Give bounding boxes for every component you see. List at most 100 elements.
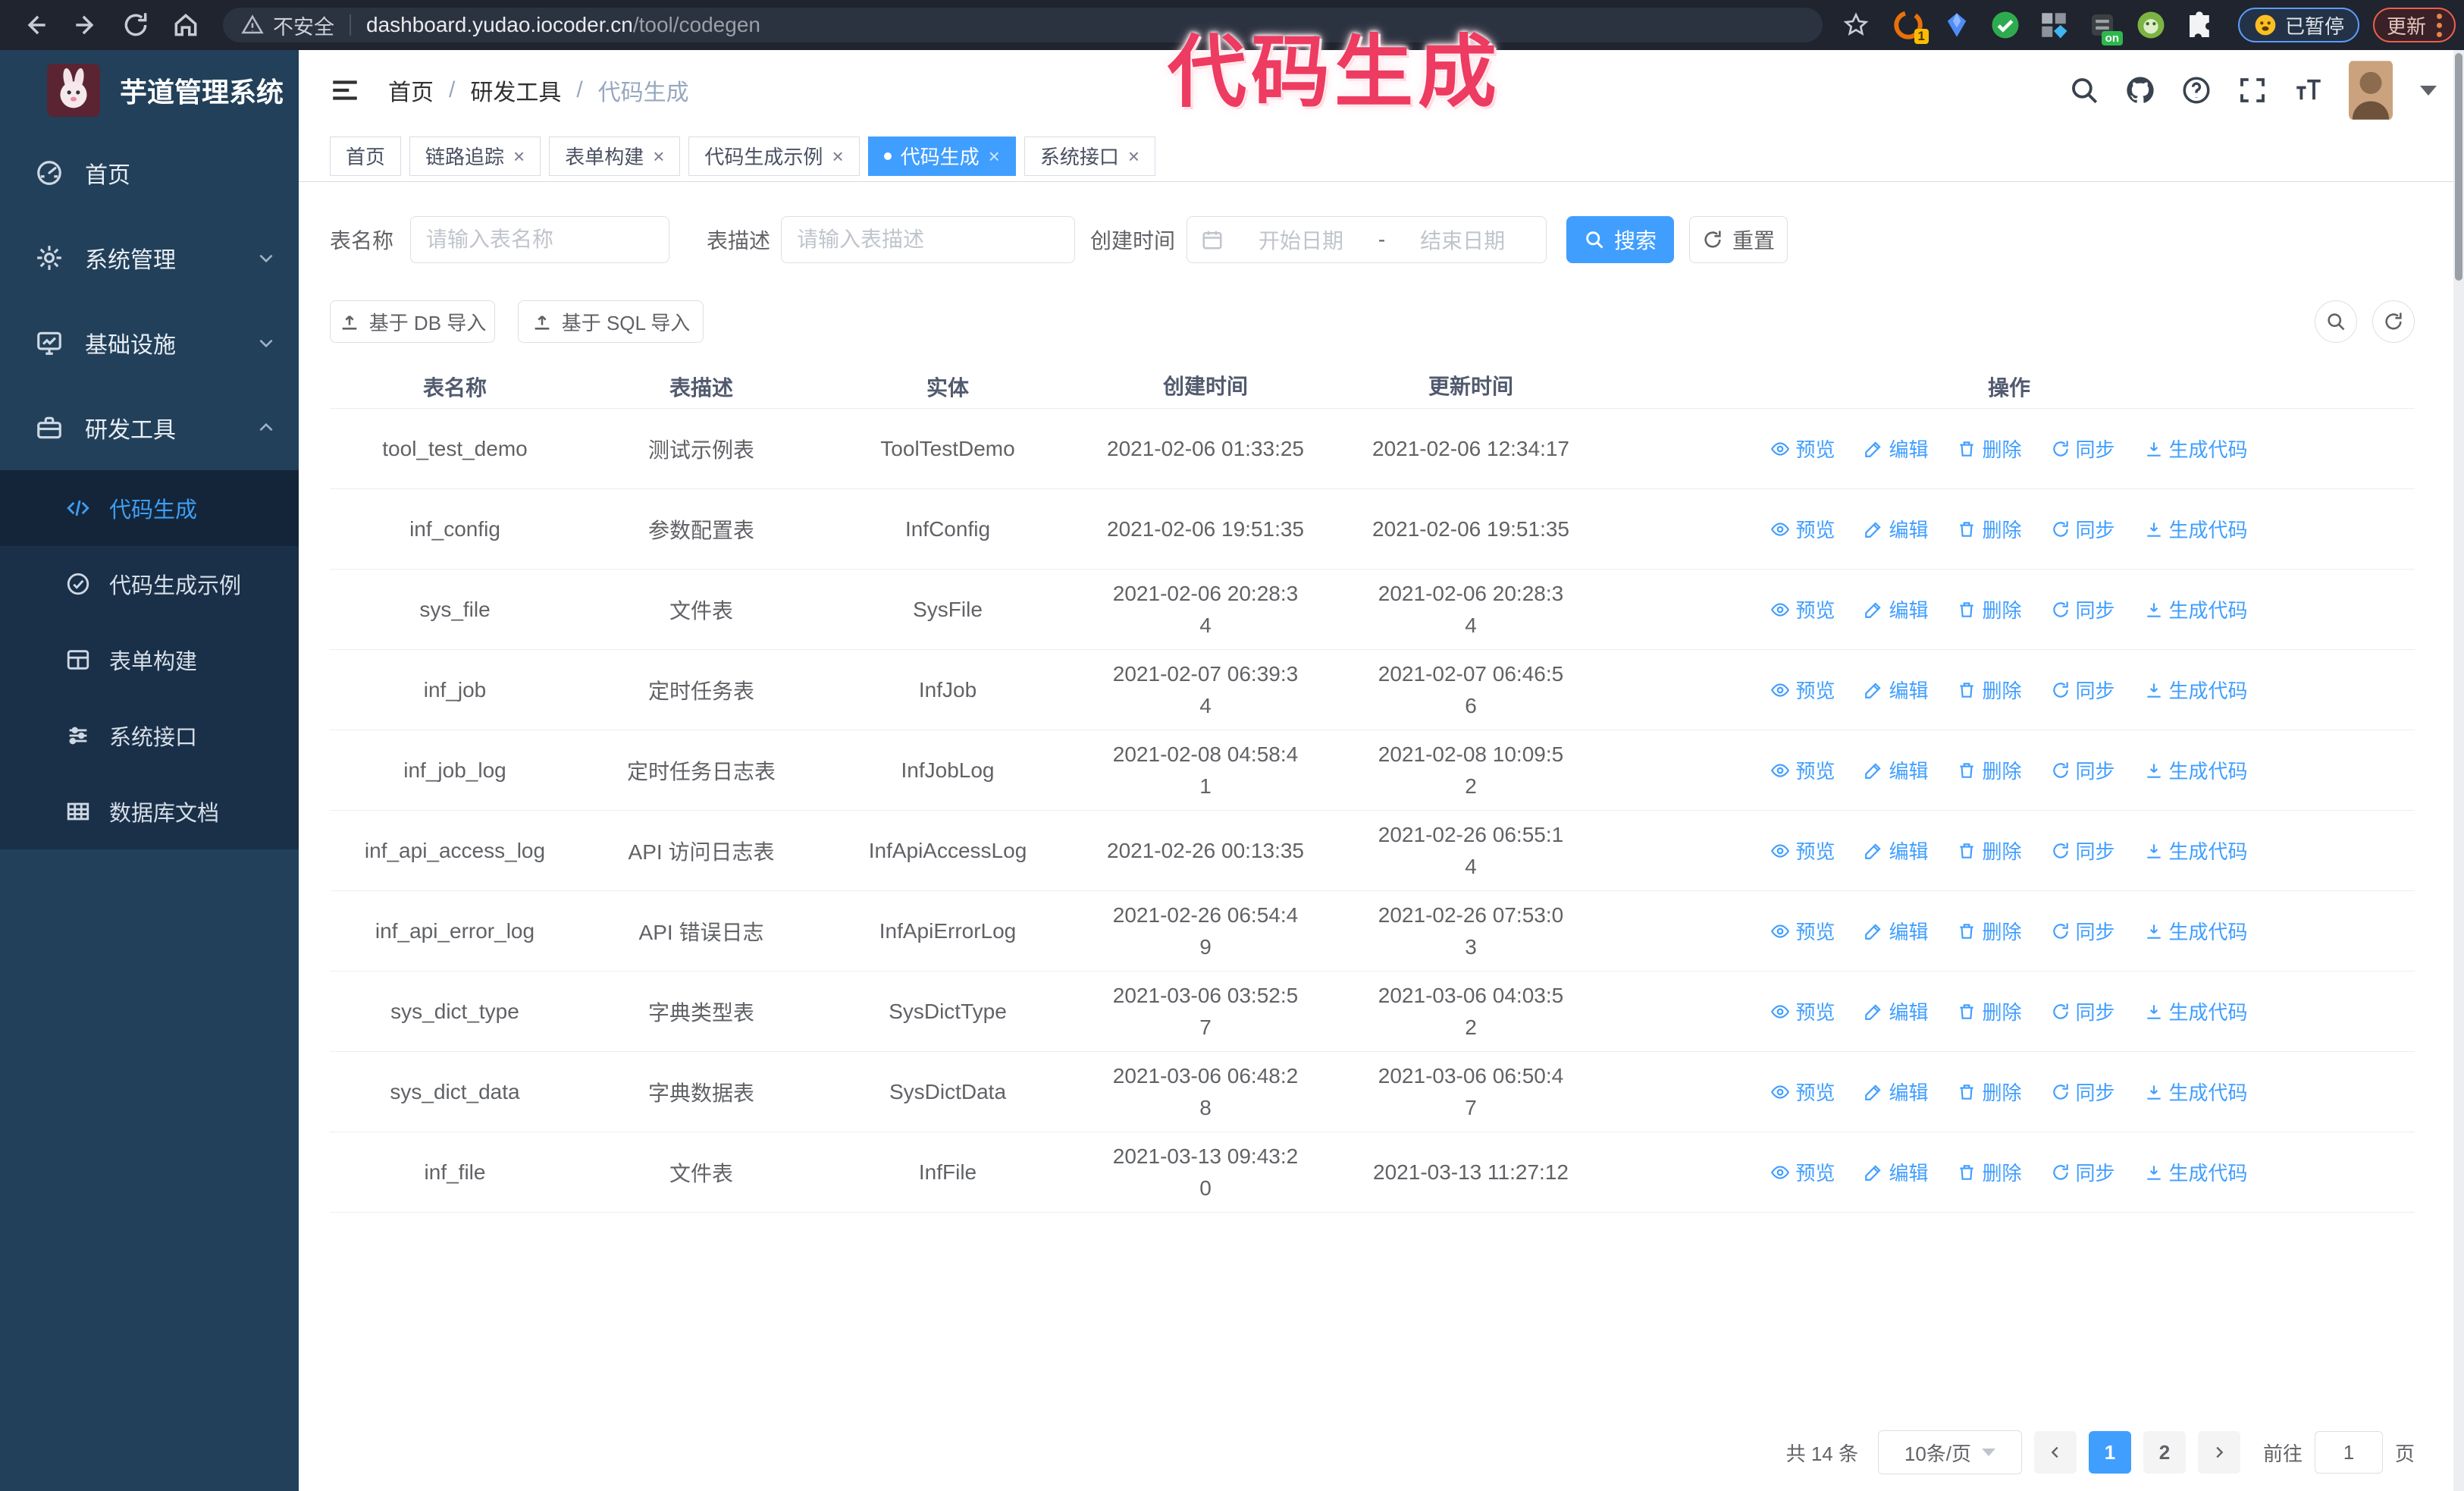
sync-action[interactable]: 同步 — [2051, 917, 2115, 945]
import-db-button[interactable]: 基于 DB 导入 — [330, 300, 495, 343]
paused-extension-pill[interactable]: 已暂停 — [2238, 8, 2360, 42]
grid-extension-icon[interactable] — [2038, 9, 2070, 41]
sidebar-item-system-api[interactable]: 系统接口 — [0, 698, 299, 774]
date-range-picker[interactable]: 开始日期 - 结束日期 — [1187, 216, 1547, 263]
generate-code-action[interactable]: 生成代码 — [2144, 1158, 2248, 1186]
generate-code-action[interactable]: 生成代码 — [2144, 917, 2248, 945]
page-2-button[interactable]: 2 — [2143, 1431, 2186, 1474]
delete-action[interactable]: 删除 — [1957, 595, 2022, 623]
kebab-menu-icon[interactable] — [2437, 13, 2443, 37]
generate-code-action[interactable]: 生成代码 — [2144, 515, 2248, 543]
edit-action[interactable]: 编辑 — [1864, 837, 1928, 865]
page-size-select[interactable]: 10条/页 — [1877, 1430, 2022, 1474]
breadcrumb-home[interactable]: 首页 — [388, 74, 434, 107]
preview-action[interactable]: 预览 — [1770, 756, 1835, 784]
sidebar-item-form-builder[interactable]: 表单构建 — [0, 622, 299, 698]
delete-action[interactable]: 删除 — [1957, 837, 2022, 865]
preview-action[interactable]: 预览 — [1770, 435, 1835, 463]
edit-action[interactable]: 编辑 — [1864, 1158, 1928, 1186]
edit-action[interactable]: 编辑 — [1864, 515, 1928, 543]
search-button[interactable]: 搜索 — [1566, 216, 1675, 263]
gem-extension-icon[interactable] — [1941, 9, 1973, 41]
github-icon[interactable] — [2124, 74, 2156, 106]
sidebar-item-system[interactable]: 系统管理 — [0, 215, 299, 300]
sidebar-item-infra[interactable]: 基础设施 — [0, 300, 299, 385]
tab-codegen-example[interactable]: 代码生成示例 × — [688, 136, 860, 176]
sync-action[interactable]: 同步 — [2051, 1158, 2115, 1186]
delete-action[interactable]: 删除 — [1957, 917, 2022, 945]
edit-action[interactable]: 编辑 — [1864, 676, 1928, 704]
search-icon[interactable] — [2068, 74, 2100, 106]
sidebar-item-devtools[interactable]: 研发工具 — [0, 385, 299, 470]
preview-action[interactable]: 预览 — [1770, 515, 1835, 543]
sync-action[interactable]: 同步 — [2051, 676, 2115, 704]
prev-page-button[interactable] — [2033, 1431, 2077, 1474]
delete-action[interactable]: 删除 — [1957, 756, 2022, 784]
scrollbar-thumb[interactable] — [2455, 53, 2462, 281]
sidebar-item-db-doc[interactable]: 数据库文档 — [0, 774, 299, 849]
preview-action[interactable]: 预览 — [1770, 676, 1835, 704]
generate-code-action[interactable]: 生成代码 — [2144, 676, 2248, 704]
preview-action[interactable]: 预览 — [1770, 1078, 1835, 1106]
fullscreen-icon[interactable] — [2237, 74, 2268, 106]
edit-action[interactable]: 编辑 — [1864, 435, 1928, 463]
generate-code-action[interactable]: 生成代码 — [2144, 595, 2248, 623]
tab-close-icon[interactable]: × — [989, 146, 1000, 166]
sync-action[interactable]: 同步 — [2051, 756, 2115, 784]
tab-home[interactable]: 首页 — [330, 136, 402, 176]
tab-codegen[interactable]: 代码生成 × — [867, 136, 1016, 176]
forward-icon[interactable] — [71, 11, 100, 39]
generate-code-action[interactable]: 生成代码 — [2144, 837, 2248, 865]
preview-action[interactable]: 预览 — [1770, 997, 1835, 1025]
extensions-puzzle-icon[interactable] — [2183, 9, 2215, 41]
tab-close-icon[interactable]: × — [653, 146, 664, 166]
delete-action[interactable]: 删除 — [1957, 997, 2022, 1025]
preview-action[interactable]: 预览 — [1770, 917, 1835, 945]
table-name-input[interactable] — [410, 216, 670, 263]
avatar-caret-icon[interactable] — [2420, 85, 2437, 96]
tab-tracing[interactable]: 链路追踪 × — [409, 136, 541, 176]
tab-close-icon[interactable]: × — [832, 146, 843, 166]
tab-system-api[interactable]: 系统接口 × — [1024, 136, 1156, 176]
sync-action[interactable]: 同步 — [2051, 1078, 2115, 1106]
sync-action[interactable]: 同步 — [2051, 837, 2115, 865]
preview-action[interactable]: 预览 — [1770, 837, 1835, 865]
edit-action[interactable]: 编辑 — [1864, 1078, 1928, 1106]
edit-action[interactable]: 编辑 — [1864, 595, 1928, 623]
update-button[interactable]: 更新 — [2373, 8, 2456, 42]
tab-close-icon[interactable]: × — [1128, 146, 1140, 166]
goto-page-input[interactable] — [2314, 1431, 2383, 1474]
generate-code-action[interactable]: 生成代码 — [2144, 1078, 2248, 1106]
edit-action[interactable]: 编辑 — [1864, 756, 1928, 784]
reset-button[interactable]: 重置 — [1689, 216, 1788, 263]
font-size-icon[interactable] — [2293, 74, 2324, 106]
hide-search-button[interactable] — [2315, 300, 2357, 343]
delete-action[interactable]: 删除 — [1957, 435, 2022, 463]
import-sql-button[interactable]: 基于 SQL 导入 — [518, 300, 704, 343]
sidebar-item-codegen-example[interactable]: 代码生成示例 — [0, 546, 299, 622]
edit-action[interactable]: 编辑 — [1864, 917, 1928, 945]
delete-action[interactable]: 删除 — [1957, 676, 2022, 704]
generate-code-action[interactable]: 生成代码 — [2144, 435, 2248, 463]
home-icon[interactable] — [171, 11, 200, 39]
sidebar-collapse-icon[interactable] — [329, 74, 361, 106]
back-icon[interactable] — [21, 11, 50, 39]
generate-code-action[interactable]: 生成代码 — [2144, 756, 2248, 784]
bookmark-star-icon[interactable] — [1842, 11, 1870, 39]
check-extension-icon[interactable] — [1989, 9, 2021, 41]
proxy-extension-icon[interactable]: on — [2086, 9, 2123, 46]
edit-action[interactable]: 编辑 — [1864, 997, 1928, 1025]
logo[interactable]: 芋道管理系统 — [0, 50, 299, 130]
user-avatar[interactable] — [2349, 60, 2393, 121]
sync-action[interactable]: 同步 — [2051, 997, 2115, 1025]
next-page-button[interactable] — [2197, 1431, 2240, 1474]
sync-action[interactable]: 同步 — [2051, 435, 2115, 463]
url-bar[interactable]: 不安全 dashboard.yudao.iocoder.cn /tool/cod… — [223, 8, 1823, 42]
reader-extension-icon[interactable]: 1 — [1892, 9, 1929, 44]
breadcrumb-devtools[interactable]: 研发工具 — [470, 74, 561, 107]
delete-action[interactable]: 删除 — [1957, 1078, 2022, 1106]
reload-icon[interactable] — [121, 11, 150, 39]
page-1-button[interactable]: 1 — [2088, 1431, 2131, 1474]
tab-form-builder[interactable]: 表单构建 × — [549, 136, 681, 176]
delete-action[interactable]: 删除 — [1957, 1158, 2022, 1186]
